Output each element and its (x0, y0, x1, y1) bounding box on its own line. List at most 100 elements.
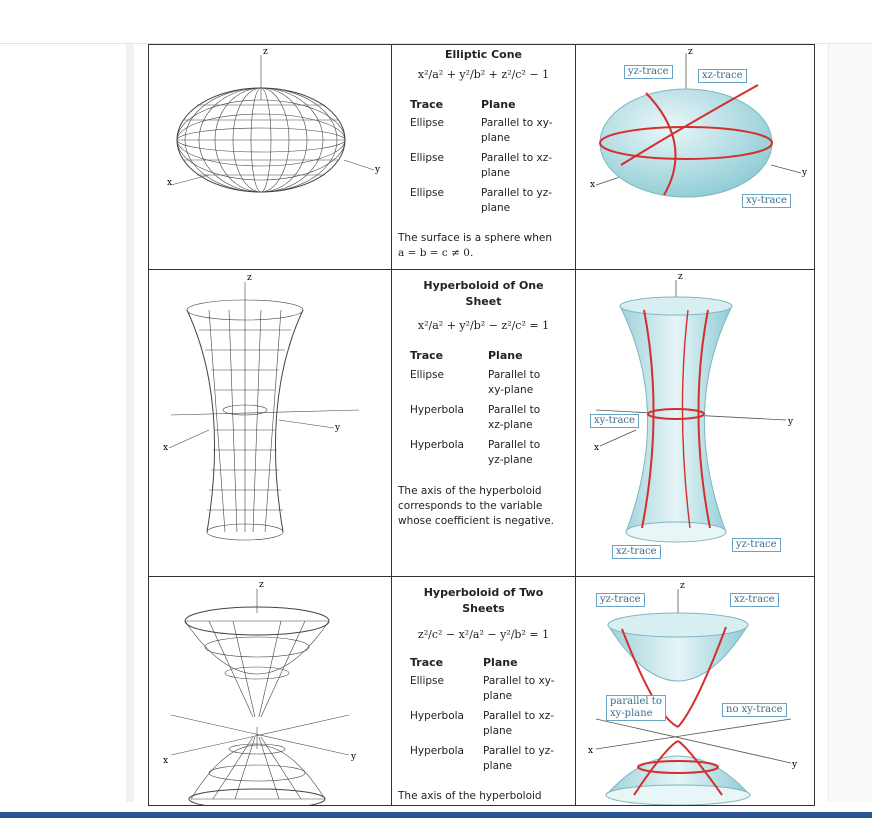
xy-trace-label: xy-trace (742, 194, 791, 208)
surface-title: Hyperboloid of Two (423, 586, 544, 599)
label-line: xy-plane (610, 708, 653, 719)
surface-title: Elliptic Cone (445, 48, 522, 61)
surface-equation: x²/a² + y²/b² − z²/c² = 1 (417, 319, 550, 332)
parallel-to-xy-plane-label: parallel to xy-plane (606, 695, 666, 721)
trace-cell: Ellipse (410, 152, 444, 164)
note-line: The axis of the hyperboloid (398, 485, 542, 497)
plane-cell-cont: plane (483, 690, 513, 702)
plane-cell: Parallel to xz- (483, 710, 554, 722)
plane-cell: Parallel to xy- (483, 675, 555, 687)
y-label: y (801, 168, 808, 178)
z-label: z (263, 47, 268, 57)
x-label: x (588, 746, 593, 756)
z-label: z (680, 581, 685, 591)
left-gutter (0, 44, 125, 802)
yz-trace-label: yz-trace (732, 538, 781, 552)
note-line: The surface is a sphere when (398, 232, 552, 244)
quadric-surfaces-table: z y x Elliptic Cone x²/a² + y²/b² + z²/c… (148, 44, 815, 806)
x-label: x (167, 178, 172, 188)
y-label: y (787, 417, 794, 427)
y-axis (343, 159, 375, 171)
xz-trace-label: xz-trace (612, 545, 661, 559)
trace-cell: Ellipse (410, 187, 444, 199)
surface-title-cont: Sheets (462, 602, 505, 615)
z-label: z (247, 273, 252, 283)
x-axis (599, 429, 637, 447)
wireframe-cell-1: z y x (148, 44, 392, 270)
right-gutter (828, 44, 872, 802)
shaded-cell-2: z y x xy-trace xz-trace yz-trace (575, 269, 815, 577)
top-bar (0, 0, 872, 44)
z-label: z (678, 272, 683, 282)
surface-title: Hyperboloid of One (423, 279, 544, 292)
plane-cell-cont: plane (483, 760, 513, 772)
info-cell-2: Hyperboloid of One Sheet x²/a² + y²/b² −… (391, 269, 576, 577)
xz-trace-label: xz-trace (730, 593, 779, 607)
trace-cell: Ellipse (410, 675, 444, 687)
plane-cell-cont: plane (481, 202, 511, 214)
x-axis (170, 174, 210, 186)
no-xy-trace-label: no xy-trace (722, 703, 787, 717)
y-label: y (374, 165, 381, 175)
trace-cell: Hyperbola (410, 710, 464, 722)
plane-cell: Parallel to yz- (481, 187, 552, 199)
plane-cell: Parallel to (488, 439, 541, 451)
x-label: x (163, 756, 168, 766)
x-label: x (594, 443, 599, 453)
label-line: parallel to (610, 696, 662, 707)
trace-header: Trace (410, 349, 444, 362)
hyperboloid-one-wireframe: z y x (163, 273, 360, 541)
plane-cell-cont: plane (481, 132, 511, 144)
plane-cell-cont: xy-plane (488, 384, 534, 396)
y-label: y (350, 752, 357, 762)
plane-cell: Parallel to xy- (481, 117, 553, 129)
plane-header: Plane (481, 98, 516, 111)
plane-cell-cont: plane (483, 725, 513, 737)
y-label: y (334, 423, 341, 433)
trace-cell: Hyperbola (410, 439, 464, 451)
plane-cell-cont: yz-plane (488, 454, 533, 466)
plane-header: Plane (483, 656, 518, 669)
wireframe-cell-3: z y x (148, 576, 392, 806)
plane-header: Plane (488, 349, 523, 362)
plane-cell: Parallel to yz- (483, 745, 554, 757)
note-line: a = b = c ≠ 0. (398, 247, 474, 259)
ellipsoid-wireframe: z y x (167, 47, 381, 193)
plane-cell: Parallel to xz- (481, 152, 552, 164)
info-cell-3: Hyperboloid of Two Sheets z²/c² − x²/a² … (391, 576, 576, 806)
x-label: x (163, 443, 168, 453)
plane-cell: Parallel to (488, 404, 541, 416)
yz-trace-label: yz-trace (596, 593, 645, 607)
plane-cell-cont: plane (481, 167, 511, 179)
z-label: z (259, 580, 264, 590)
xy-trace-label: xy-trace (590, 414, 639, 428)
surface-equation: z²/c² − x²/a² − y²/b² = 1 (417, 628, 550, 641)
y-axis (278, 419, 335, 429)
info-cell-1: Elliptic Cone x²/a² + y²/b² + z²/c² − 1 … (391, 44, 576, 270)
ellipsoid-shaded: z y x (590, 47, 808, 198)
plane-cell-cont: xz-plane (488, 419, 533, 431)
trace-cell: Ellipse (410, 117, 444, 129)
trace-cell: Ellipse (410, 369, 444, 381)
y-label: y (791, 760, 798, 770)
shaded-cell-1: z y x yz-trace xz-trace xy-trace (575, 44, 815, 270)
trace-cell: Hyperbola (410, 745, 464, 757)
note-line: whose coefficient is negative. (398, 515, 554, 527)
yz-trace-label: yz-trace (624, 65, 673, 79)
y-axis (770, 164, 802, 174)
z-label: z (688, 47, 693, 57)
shaded-cell-3: z y x yz-trace xz-trace parallel to xy-p… (575, 576, 815, 806)
bottom-bar (0, 812, 872, 818)
surface-equation: x²/a² + y²/b² + z²/c² − 1 (417, 68, 550, 81)
hyperboloid-two-shaded: z y x (588, 581, 798, 805)
wireframe-cell-2: z y x (148, 269, 392, 577)
trace-header: Trace (410, 98, 444, 111)
note-line: corresponds to the variable (398, 500, 543, 512)
ellipsoid-surface (599, 88, 773, 198)
hyperboloid-two-wireframe: z y x (163, 580, 357, 805)
trace-cell: Hyperbola (410, 404, 464, 416)
trace-header: Trace (410, 656, 444, 669)
x-axis (168, 429, 210, 449)
note-line: The axis of the hyperboloid (398, 790, 542, 802)
left-scroll-strip (126, 44, 134, 802)
